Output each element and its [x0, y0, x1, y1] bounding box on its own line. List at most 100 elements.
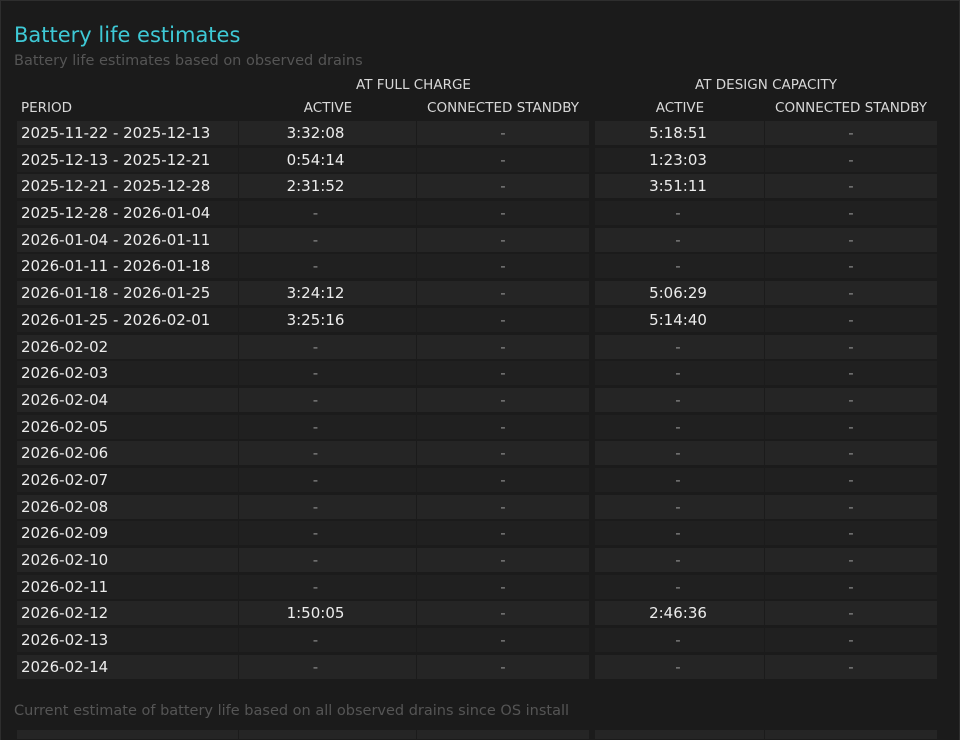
table-cell-dc-standby: - — [765, 494, 937, 519]
table-cell-dc-active: - — [595, 254, 764, 279]
table-cell-fc-active: - — [239, 494, 416, 519]
table-cell-fc-active: - — [239, 227, 416, 252]
table-cell-period: 2025-12-28 - 2026-01-04 — [17, 201, 238, 226]
table-cell-fc-active: 1:50:05 — [239, 601, 416, 626]
table-cell-dc-standby: - — [765, 654, 937, 679]
table-row: 2026-01-18 - 2026-01-25 3:24:12-5:06:29- — [17, 280, 937, 307]
table-cell-dc-standby: - — [765, 414, 937, 439]
table-cell-dc-active: - — [595, 521, 764, 546]
table-cell-fc-active: - — [239, 334, 416, 359]
table-row: 2026-02-13- - - - — [17, 627, 937, 654]
table-cell-fc-standby: - — [417, 361, 589, 386]
table-cell-fc-standby: - — [417, 574, 589, 599]
table-cell-dc-standby: - — [765, 121, 937, 145]
table-row: 2025-11-22 - 2025-12-13 3:32:08-5:18:51- — [17, 120, 937, 147]
table-cell-fc-standby: - — [417, 654, 589, 679]
table-cell-dc-active: 1:23:03 — [595, 147, 764, 172]
table-cell-dc-active: - — [595, 467, 764, 492]
table-cell-dc-active: - — [595, 494, 764, 519]
group-header-design-capacity: AT DESIGN CAPACITY — [695, 77, 837, 93]
estimates-table: 2025-11-22 - 2025-12-13 3:32:08-5:18:51-2… — [17, 120, 937, 680]
table-cell-fc-active: - — [239, 254, 416, 279]
table-row: 2025-12-21 - 2025-12-28 2:31:52-3:51:11- — [17, 173, 937, 200]
table-cell-dc-active: 2:46:36 — [595, 601, 764, 626]
table-cell-fc-active: - — [239, 548, 416, 572]
table-cell-dc-active: - — [595, 654, 764, 679]
table-row: 2026-02-05- - - - — [17, 414, 937, 441]
table-row: 2026-02-02- - - - — [17, 334, 937, 361]
table-cell-dc-active: 5:18:51 — [595, 121, 764, 145]
table-cell-dc-active: - — [595, 574, 764, 599]
table-cell-dc-active: - — [595, 414, 764, 439]
table-cell-fc-active: 3:25:16 — [239, 307, 416, 332]
table-row: 2026-01-04 - 2026-01-11- - - - — [17, 227, 937, 254]
table-cell-period: 2026-01-11 - 2026-01-18 — [17, 254, 238, 279]
table-cell-dc-standby: - — [765, 227, 937, 252]
table-cell-period: 2025-11-22 - 2025-12-13 — [17, 121, 238, 145]
table-cell-fc-standby: - — [417, 281, 589, 306]
table-cell — [765, 730, 937, 739]
table-cell-fc-active: 2:31:52 — [239, 174, 416, 199]
table-row: 2025-12-13 - 2025-12-21 0:54:14-1:23:03- — [17, 147, 937, 174]
table-cell-fc-standby: - — [417, 467, 589, 492]
table-cell-dc-standby: - — [765, 601, 937, 626]
table-cell-fc-standby: - — [417, 307, 589, 332]
page-title: Battery life estimates — [14, 23, 241, 47]
table-cell-fc-active: - — [239, 361, 416, 386]
table-cell-period: 2026-02-10 — [17, 548, 238, 572]
table-cell-fc-standby: - — [417, 227, 589, 252]
group-header-full-charge: AT FULL CHARGE — [356, 77, 471, 93]
table-cell-dc-standby: - — [765, 574, 937, 599]
table-row: 2026-02-08- - - - — [17, 494, 937, 521]
table-cell-fc-standby: - — [417, 494, 589, 519]
table-cell-dc-active: 3:51:11 — [595, 174, 764, 199]
table-cell-fc-active: - — [239, 654, 416, 679]
table-cell-dc-standby: - — [765, 467, 937, 492]
table-row: 2026-02-11- - - - — [17, 574, 937, 601]
table-cell-dc-standby: - — [765, 387, 937, 412]
current-estimate-row — [17, 730, 937, 739]
table-cell-fc-standby: - — [417, 414, 589, 439]
table-cell-dc-active: - — [595, 628, 764, 653]
table-cell-dc-active: - — [595, 441, 764, 466]
table-cell-dc-active: - — [595, 548, 764, 572]
table-cell-fc-standby: - — [417, 147, 589, 172]
table-cell-period: 2026-02-09 — [17, 521, 238, 546]
table-cell-fc-standby: - — [417, 201, 589, 226]
table-cell-fc-active: 3:32:08 — [239, 121, 416, 145]
table-cell-fc-active: 3:24:12 — [239, 281, 416, 306]
table-cell-fc-standby: - — [417, 441, 589, 466]
table-cell-period: 2026-02-04 — [17, 387, 238, 412]
table-cell-fc-standby: - — [417, 334, 589, 359]
table-cell-period: 2026-01-25 - 2026-02-01 — [17, 307, 238, 332]
table-row: 2026-02-14- - - - — [17, 654, 937, 681]
table-cell-period: 2026-02-02 — [17, 334, 238, 359]
table-cell-fc-active: - — [239, 467, 416, 492]
table-cell-fc-standby: - — [417, 601, 589, 626]
table-cell-period: 2026-02-14 — [17, 654, 238, 679]
table-cell-dc-standby: - — [765, 307, 937, 332]
table-cell-fc-standby: - — [417, 628, 589, 653]
table-cell-dc-standby: - — [765, 254, 937, 279]
table-cell-fc-active: 0:54:14 — [239, 147, 416, 172]
table-cell-period: 2026-02-12 — [17, 601, 238, 626]
table-cell-fc-active: - — [239, 628, 416, 653]
table-cell-dc-standby: - — [765, 548, 937, 572]
table-cell-fc-standby: - — [417, 254, 589, 279]
table-cell-period: 2026-02-03 — [17, 361, 238, 386]
table-row: 2026-02-03- - - - — [17, 360, 937, 387]
table-cell-dc-active: 5:14:40 — [595, 307, 764, 332]
table-cell-dc-standby: - — [765, 441, 937, 466]
table-row: 2026-02-10- - - - — [17, 547, 937, 574]
table-cell-period: 2026-02-05 — [17, 414, 238, 439]
table-cell-period: 2025-12-21 - 2025-12-28 — [17, 174, 238, 199]
column-header-design-standby: CONNECTED STANDBY — [775, 100, 927, 116]
column-header-design-active: ACTIVE — [655, 100, 705, 116]
table-cell-period: 2026-02-08 — [17, 494, 238, 519]
table-row: 2026-01-25 - 2026-02-01 3:25:16-5:14:40- — [17, 307, 937, 334]
table-cell-dc-standby: - — [765, 334, 937, 359]
table-cell-dc-active: 5:06:29 — [595, 281, 764, 306]
table-cell-dc-standby: - — [765, 361, 937, 386]
table-cell-period: 2025-12-13 - 2025-12-21 — [17, 147, 238, 172]
table-cell-fc-standby: - — [417, 174, 589, 199]
